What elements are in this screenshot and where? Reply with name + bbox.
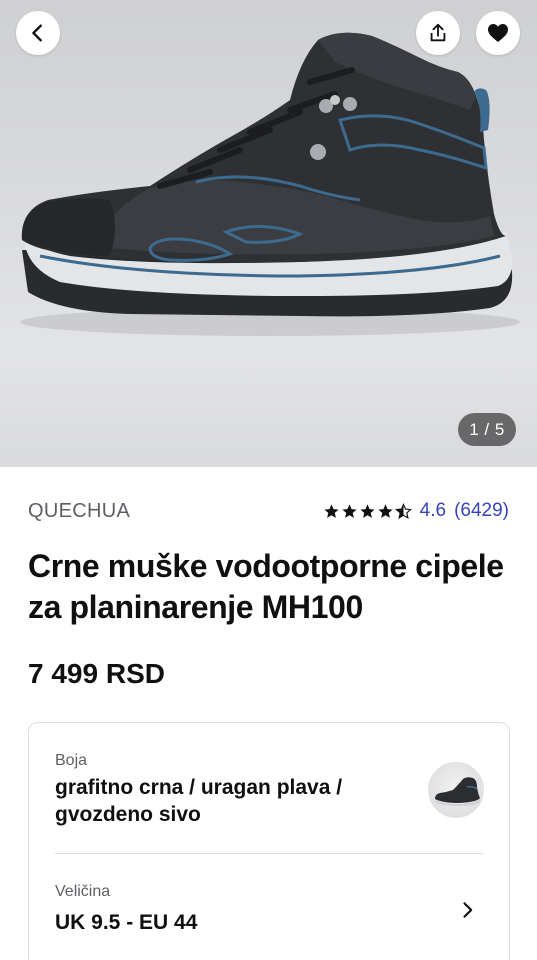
share-icon (430, 23, 446, 42)
star-full-icon (360, 503, 375, 518)
product-price: 7 499 RSD (28, 658, 165, 689)
share-button[interactable] (416, 11, 460, 55)
product-options-card: Boja grafitno crna / uragan plava / gvoz… (28, 722, 510, 960)
size-label: Veličina (55, 883, 111, 900)
color-value: grafitno crna / uragan plava / gvozdeno … (55, 776, 343, 826)
rating-value[interactable]: 4.6 (420, 500, 446, 522)
chevron-left-icon (32, 24, 42, 42)
product-rating[interactable]: 4.6 (6429) (323, 500, 509, 522)
heart-icon (488, 24, 508, 42)
product-image-gallery[interactable]: 1 / 5 (0, 0, 537, 467)
favorite-button[interactable] (476, 11, 520, 55)
product-title: Crne muške vodootporne cipele za planina… (28, 548, 504, 625)
star-full-icon (342, 503, 357, 518)
shoe-thumbnail-image (435, 777, 480, 806)
star-full-icon (324, 503, 339, 518)
chevron-right-icon[interactable] (457, 900, 477, 920)
rating-stars (323, 502, 412, 520)
brand-name[interactable]: QUECHUA (28, 500, 130, 523)
color-label: Boja (55, 752, 88, 769)
size-value[interactable]: UK 9.5 - EU 44 (55, 909, 197, 936)
star-full-icon (378, 503, 393, 518)
rating-count[interactable]: (6429) (454, 500, 509, 522)
back-button[interactable] (16, 11, 60, 55)
image-counter: 1 / 5 (458, 413, 516, 446)
shoe-product-image (20, 32, 520, 336)
options-divider (55, 853, 483, 854)
star-half-icon (394, 502, 412, 519)
color-swatch[interactable] (428, 762, 484, 818)
